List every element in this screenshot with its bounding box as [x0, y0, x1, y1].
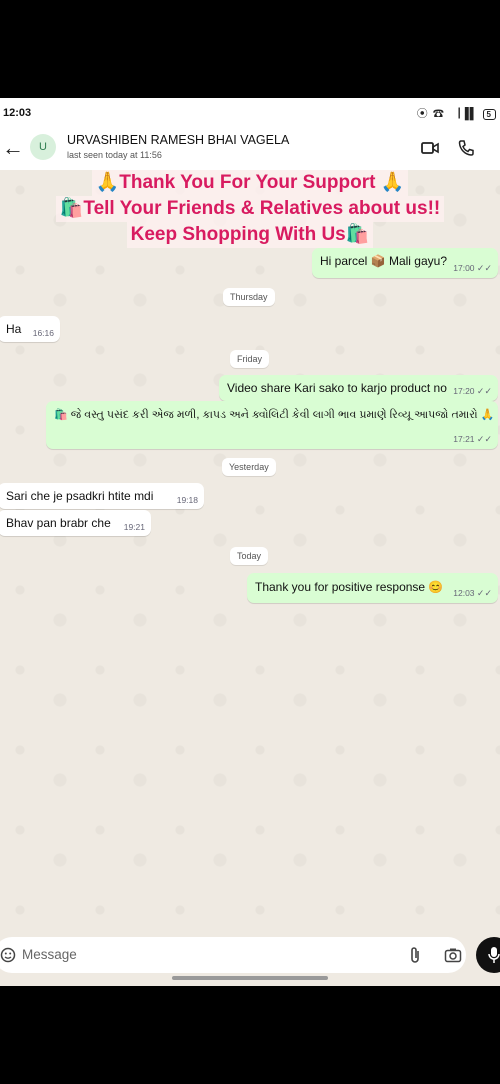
- message-bubble[interactable]: 🛍️ જે વસ્તુ પસંદ કરી એજ મળી, કાપડ અને ક્…: [46, 401, 498, 449]
- message-text: Video share Kari sako to karjo product n…: [227, 381, 447, 395]
- message-bubble[interactable]: Ha 16:16: [0, 316, 60, 342]
- banner-line-3: Keep Shopping With Us🛍️: [126, 222, 374, 248]
- avatar[interactable]: U: [30, 134, 56, 160]
- chat-header: ← U URVASHIBEN RAMESH BHAI VAGELA last s…: [0, 126, 500, 170]
- message-bubble[interactable]: Hi parcel 📦 Mali gayu? 17:00 ✓✓: [312, 248, 498, 278]
- status-icons: ⦿ ☎ ▕▐▌ 5: [417, 105, 496, 121]
- sticker-emoji-icon[interactable]: [0, 947, 16, 963]
- read-ticks-icon: ✓✓: [476, 588, 492, 598]
- video-call-icon[interactable]: [420, 138, 440, 158]
- message-time: 19:21: [123, 522, 145, 532]
- message-input-box[interactable]: Message: [0, 937, 466, 973]
- date-separator: Today: [230, 547, 269, 565]
- contact-name[interactable]: URVASHIBEN RAMESH BHAI VAGELA: [67, 133, 289, 147]
- phone-screen: 12:03 ⦿ ☎ ▕▐▌ 5 ← U URVASHIBEN RAMESH BH…: [0, 98, 500, 986]
- read-ticks-icon: ✓✓: [476, 263, 492, 273]
- message-text: Hi parcel 📦 Mali gayu?: [320, 254, 447, 268]
- signal-icons: ⦿ ☎ ▕▐▌: [416, 108, 479, 120]
- status-bar: 12:03 ⦿ ☎ ▕▐▌ 5: [0, 98, 500, 126]
- message-bubble[interactable]: Sari che je psadkri htite mdi 19:18: [0, 483, 204, 509]
- more-options-icon[interactable]: ⋮: [492, 136, 500, 157]
- banner-line-2: 🛍️Tell Your Friends & Relatives about us…: [55, 196, 445, 222]
- message-text: Thank you for positive response 😊: [255, 580, 444, 594]
- attach-icon[interactable]: [408, 946, 422, 964]
- voice-call-icon[interactable]: [456, 138, 476, 158]
- message-time: 17:20: [453, 386, 475, 396]
- date-separator: Friday: [230, 350, 270, 368]
- banner-line-1: 🙏Thank You For Your Support 🙏: [91, 170, 409, 196]
- message-text: 🛍️ જે વસ્તુ પસંદ કરી એજ મળી, કાપડ અને ક્…: [54, 409, 495, 421]
- message-text: Sari che je psadkri htite mdi: [6, 489, 154, 503]
- battery-icon: 5: [482, 109, 496, 120]
- message-text: Ha: [6, 322, 22, 336]
- read-ticks-icon: ✓✓: [476, 434, 492, 444]
- promo-banner: 🙏Thank You For Your Support 🙏 🛍️Tell You…: [0, 170, 500, 248]
- camera-icon[interactable]: [444, 947, 462, 963]
- message-time: 12:03: [453, 588, 475, 598]
- gesture-nav-bar[interactable]: [172, 976, 328, 980]
- message-placeholder[interactable]: Message: [22, 947, 77, 962]
- status-time: 12:03: [3, 107, 32, 119]
- message-time: 16:16: [32, 328, 54, 338]
- read-ticks-icon: ✓✓: [476, 386, 492, 396]
- microphone-icon: [488, 947, 500, 963]
- message-time: 17:21: [453, 434, 475, 444]
- message-time: 17:00: [453, 263, 475, 273]
- mic-button[interactable]: [476, 937, 500, 973]
- date-separator: Yesterday: [222, 458, 276, 476]
- last-seen-status: last seen today at 11:56: [67, 150, 162, 160]
- back-arrow-icon[interactable]: ←: [2, 135, 24, 161]
- message-bubble[interactable]: Video share Kari sako to karjo product n…: [219, 375, 498, 401]
- message-bubble[interactable]: Thank you for positive response 😊 12:03 …: [247, 573, 498, 603]
- date-separator: Thursday: [223, 288, 275, 306]
- message-text: Bhav pan brabr che: [6, 516, 111, 530]
- message-time: 19:18: [176, 495, 198, 505]
- message-bubble[interactable]: Bhav pan brabr che 19:21: [0, 510, 151, 536]
